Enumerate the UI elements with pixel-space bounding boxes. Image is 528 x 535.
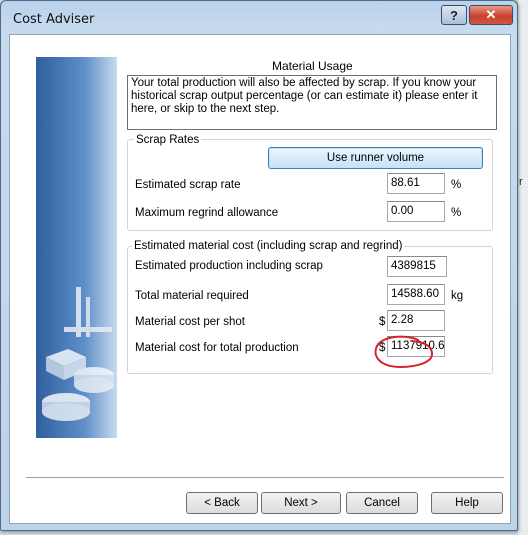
cancel-button[interactable]: Cancel <box>346 492 418 514</box>
total-material-label: Total material required <box>135 290 249 302</box>
help-caption-button[interactable]: ? <box>441 5 467 25</box>
wizard-side-image <box>36 57 117 438</box>
question-icon: ? <box>450 7 458 23</box>
cost-total-production-value: 1137910.6 <box>387 336 445 357</box>
cost-per-shot-currency: $ <box>379 316 386 328</box>
close-icon: ✕ <box>485 7 497 22</box>
cost-total-production-currency: $ <box>379 342 386 354</box>
footer-separator <box>26 477 504 479</box>
back-button[interactable]: < Back <box>186 492 258 514</box>
next-button[interactable]: Next > <box>261 492 341 514</box>
page-title: Material Usage <box>272 59 353 73</box>
cost-per-shot-label: Material cost per shot <box>135 316 245 328</box>
cost-per-shot-value: 2.28 <box>387 310 445 331</box>
wizard-page: Material Usage Your total production wil… <box>9 34 511 524</box>
intro-text: Your total production will also be affec… <box>127 75 497 130</box>
title-bar[interactable]: Cost Adviser ? ✕ <box>1 1 517 35</box>
window-title: Cost Adviser <box>13 12 95 27</box>
background-text: r <box>519 176 523 188</box>
scrap-rate-input[interactable]: 88.61 <box>387 173 445 194</box>
material-cost-title: Estimated material cost (including scrap… <box>132 240 405 252</box>
use-runner-volume-button[interactable]: Use runner volume <box>268 147 483 169</box>
production-including-scrap-label: Estimated production including scrap <box>135 260 323 272</box>
regrind-allowance-input[interactable]: 0.00 <box>387 201 445 222</box>
scrap-rate-unit: % <box>451 179 462 191</box>
cost-adviser-dialog: Cost Adviser ? ✕ Material Usage Your tot… <box>0 0 518 531</box>
total-material-unit: kg <box>451 290 464 302</box>
help-button[interactable]: Help <box>431 492 503 514</box>
regrind-allowance-label: Maximum regrind allowance <box>135 207 279 219</box>
regrind-allowance-unit: % <box>451 207 462 219</box>
scrap-rates-title: Scrap Rates <box>134 134 202 146</box>
background-app-panel <box>518 0 528 535</box>
cost-total-production-label: Material cost for total production <box>135 342 299 354</box>
close-button[interactable]: ✕ <box>469 5 513 25</box>
scrap-rate-label: Estimated scrap rate <box>135 179 241 191</box>
production-including-scrap-value: 4389815 <box>387 256 447 277</box>
total-material-value: 14588.60 <box>387 284 445 305</box>
